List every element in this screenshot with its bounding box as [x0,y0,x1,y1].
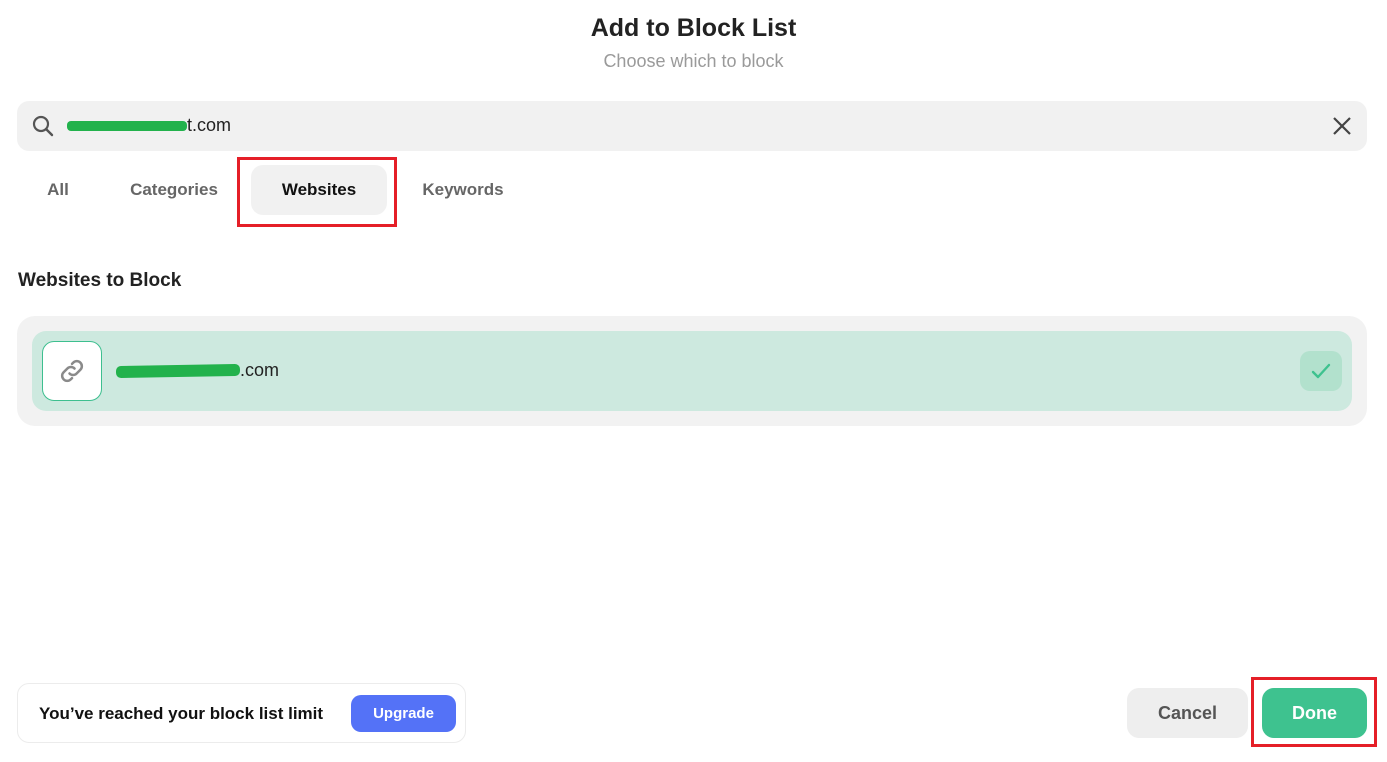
search-value-text: t.com [187,115,232,135]
cancel-button[interactable]: Cancel [1127,688,1248,738]
search-input[interactable]: t.com [67,115,231,136]
close-icon [1333,117,1351,135]
redaction-mark [115,363,241,378]
dialog-subtitle: Choose which to block [603,51,784,71]
section-title: Websites to Block [18,270,182,291]
checkmark-icon [1311,363,1331,379]
redaction-mark [67,120,187,131]
selected-checkbox[interactable] [1300,351,1342,391]
tab-keywords[interactable]: Keywords [393,165,533,215]
search-icon [31,114,55,138]
upgrade-button[interactable]: Upgrade [351,695,456,732]
websites-list: .com [17,316,1367,426]
tab-all[interactable]: All [17,165,99,215]
done-button[interactable]: Done [1262,688,1367,738]
limit-message: You’ve reached your block list limit [39,704,324,723]
filter-tabs: All Categories Websites Keywords [17,165,533,217]
website-domain: .com [115,360,280,381]
tab-websites[interactable]: Websites [251,165,387,215]
link-icon [42,341,102,401]
limit-banner: You’ve reached your block list limit Upg… [17,683,466,743]
dialog-title: Add to Block List [590,14,797,42]
tab-categories[interactable]: Categories [99,165,249,215]
clear-search-button[interactable] [1329,113,1355,139]
website-domain-text: .com [240,360,280,380]
search-bar[interactable]: t.com [17,101,1367,151]
website-item[interactable]: .com [32,331,1352,411]
